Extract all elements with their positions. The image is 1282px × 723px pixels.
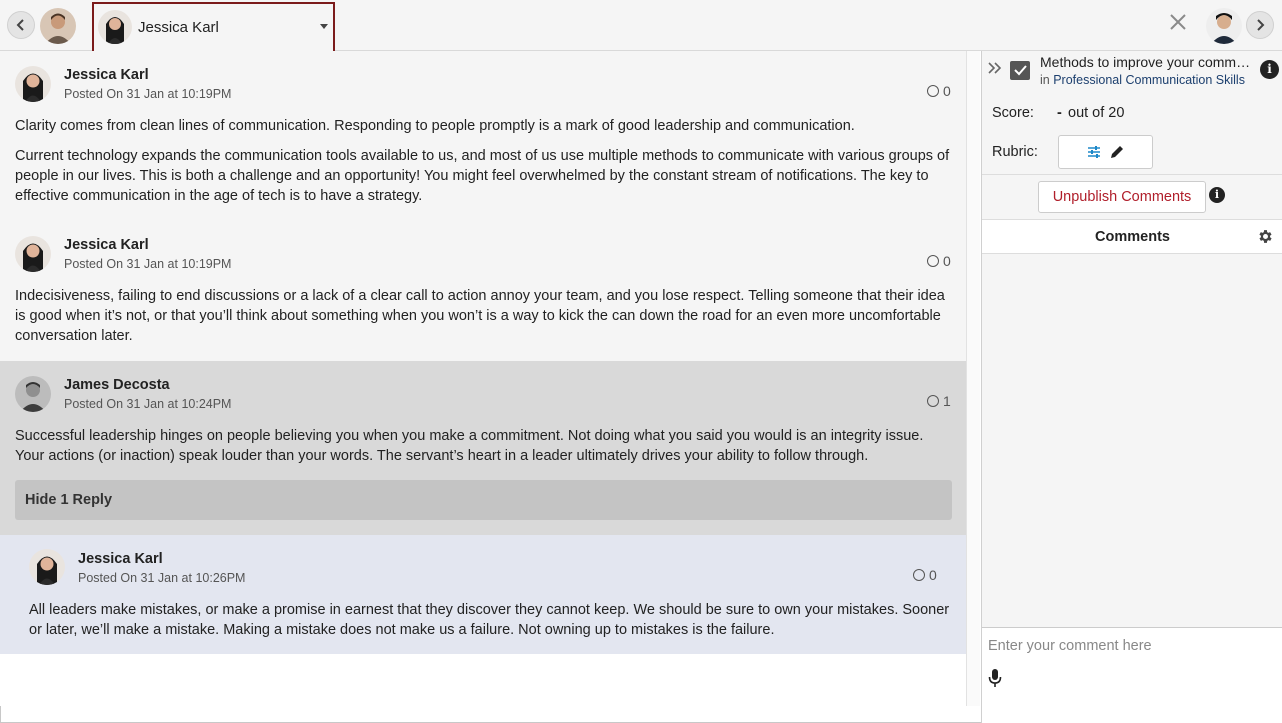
post-paragraph: Current technology expands the communica… (15, 148, 950, 204)
avatar (15, 236, 51, 272)
top-bar: Jessica Karl (0, 0, 1282, 53)
selected-student-name: Jessica Karl (138, 19, 219, 36)
info-icon[interactable]: i (1260, 60, 1279, 79)
collapse-panel-button[interactable] (988, 58, 1002, 81)
score-label: Score: (992, 105, 1034, 121)
post-author: Jessica Karl (64, 237, 149, 253)
previous-student-avatar[interactable] (40, 8, 76, 44)
close-icon (1170, 14, 1186, 30)
chevron-left-icon (16, 19, 24, 31)
double-chevron-right-icon (988, 62, 1002, 74)
reaction-count[interactable]: 1 (927, 393, 951, 409)
smile-icon (913, 569, 925, 581)
reaction-count[interactable]: 0 (927, 253, 951, 269)
comments-list (982, 254, 1282, 627)
rubric-button[interactable] (1058, 135, 1153, 169)
task-in-label: in (1040, 73, 1050, 87)
rubric-label: Rubric: (992, 144, 1038, 160)
score-section: Score: - out of 20 Rubric: (982, 91, 1282, 175)
post-date: Posted On 31 Jan at 10:19PM (64, 257, 232, 271)
avatar (15, 66, 51, 102)
reaction-count-value: 0 (943, 253, 951, 269)
next-student-button[interactable] (1246, 11, 1274, 39)
post-author: Jessica Karl (78, 551, 163, 567)
reaction-count-value: 0 (943, 83, 951, 99)
discussion-post: Jessica Karl Posted On 31 Jan at 10:19PM… (0, 51, 966, 221)
reaction-count-value: 0 (929, 567, 937, 583)
avatar (15, 376, 51, 412)
post-paragraph: All leaders make mistakes, or make a pro… (29, 602, 950, 638)
post-paragraph: Indecisiveness, failing to end discussio… (15, 288, 945, 344)
course-link[interactable]: Professional Communication Skills (1053, 73, 1245, 87)
unpublish-comments-button[interactable]: Unpublish Comments (1038, 181, 1206, 213)
microphone-icon (988, 669, 1002, 687)
reply-post: Jessica Karl Posted On 31 Jan at 10:26PM… (0, 535, 966, 654)
smile-icon (927, 395, 939, 407)
post-author: Jessica Karl (64, 67, 149, 83)
hide-replies-label: Hide 1 Reply (25, 492, 113, 508)
gear-icon (1259, 230, 1272, 243)
selected-student-avatar (98, 10, 132, 44)
reply-gap (0, 520, 966, 535)
post-author: James Decosta (64, 377, 170, 393)
publish-section: Unpublish Comments i (982, 175, 1282, 220)
discussion-task-icon (1010, 61, 1030, 80)
smile-icon (927, 85, 939, 97)
comment-composer (982, 627, 1282, 723)
comments-title: Comments (1095, 229, 1170, 245)
chevron-right-icon (1257, 19, 1265, 31)
student-select-dropdown[interactable]: Jessica Karl (92, 2, 335, 53)
post-paragraph: Successful leadership hinges on people b… (15, 428, 924, 464)
next-student-avatar[interactable] (1206, 8, 1242, 44)
previous-student-button[interactable] (7, 11, 35, 39)
discussion-feed: Jessica Karl Posted On 31 Jan at 10:19PM… (0, 51, 966, 706)
score-out-of: out of 20 (1068, 105, 1125, 121)
score-value[interactable]: - (1057, 105, 1062, 121)
reaction-count[interactable]: 0 (927, 83, 951, 99)
post-date: Posted On 31 Jan at 10:24PM (64, 397, 232, 411)
post-paragraph: Clarity comes from clean lines of commun… (15, 118, 855, 134)
settings-button[interactable] (1257, 228, 1274, 250)
grading-panel: Methods to improve your communication in… (981, 51, 1282, 723)
task-course: in Professional Communication Skills (1040, 73, 1245, 87)
reaction-count[interactable]: 0 (913, 567, 937, 583)
task-title: Methods to improve your communication (1040, 54, 1255, 70)
post-date: Posted On 31 Jan at 10:26PM (78, 571, 246, 585)
info-icon[interactable]: i (1209, 187, 1225, 203)
comments-header: Comments (982, 220, 1282, 254)
microphone-button[interactable] (988, 668, 1002, 693)
panel-header: Methods to improve your communication in… (982, 51, 1282, 91)
close-button[interactable] (1170, 11, 1186, 35)
feed-scrollbar[interactable] (966, 51, 980, 706)
discussion-post: Jessica Karl Posted On 31 Jan at 10:19PM… (0, 221, 966, 361)
sliders-icon (1088, 146, 1100, 158)
post-date: Posted On 31 Jan at 10:19PM (64, 87, 232, 101)
hide-replies-toggle[interactable]: Hide 1 Reply (15, 480, 952, 520)
smile-icon (927, 255, 939, 267)
chevron-down-icon (320, 24, 328, 29)
reaction-count-value: 1 (943, 393, 951, 409)
pencil-icon (1111, 146, 1123, 158)
comment-input[interactable] (982, 628, 1281, 664)
avatar (29, 549, 65, 585)
